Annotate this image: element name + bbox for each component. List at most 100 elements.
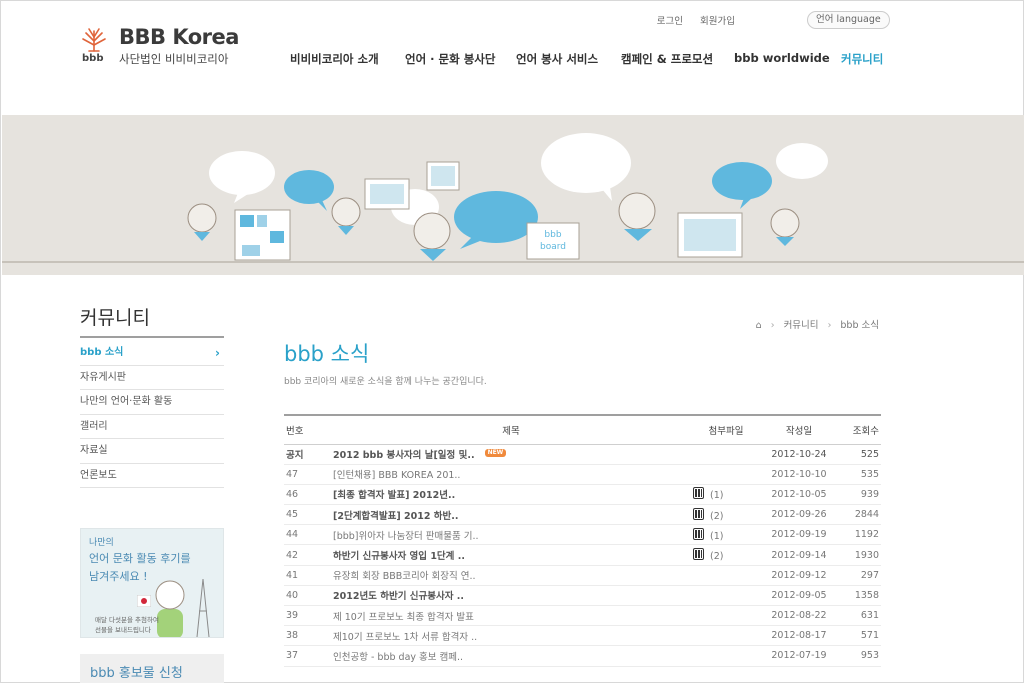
ad1-line2: 언어 문화 활동 후기를: [89, 552, 191, 565]
table-row[interactable]: 47 [인턴채용] BBB KOREA 201.. 2012-10-10 535: [284, 464, 881, 485]
breadcrumb-level2[interactable]: bbb 소식: [840, 320, 879, 331]
sidebar-item-press[interactable]: 언론보도: [80, 464, 224, 488]
site-logo[interactable]: bbb BBB Korea 사단법인 비비비코리아: [79, 25, 249, 69]
table-row[interactable]: 44 [bbb]위아자 나눔장터 판매물품 기.. (1) 2012-09-19…: [284, 524, 881, 546]
sidebar-item-archive[interactable]: 자료실: [80, 439, 224, 464]
activity-review-banner[interactable]: 나만의 언어 문화 활동 후기를 남겨주세요 ! 매달 다섯분을 추첨하여 선물…: [80, 528, 224, 638]
row-num: 37: [284, 645, 329, 667]
language-button[interactable]: 언어 language: [807, 11, 890, 29]
row-views: 1192: [839, 524, 881, 546]
table-row[interactable]: 41 유장희 회장 BBB코리아 회장직 연.. 2012-09-12 297: [284, 565, 881, 586]
row-title-link[interactable]: [최종 합격자 발표] 2012년..: [329, 484, 689, 506]
sidebar-item-label: 자료실: [80, 445, 108, 456]
community-banner: bbb board: [2, 115, 1024, 275]
attachment-icon: [693, 507, 704, 520]
row-attach: [689, 565, 759, 586]
row-date: 2012-08-17: [759, 625, 839, 647]
row-title-link[interactable]: 제 10기 프로보노 최종 합격자 발표: [329, 605, 689, 627]
nav-item-volunteers[interactable]: 언어 · 문화 봉사단: [405, 51, 495, 67]
table-row[interactable]: 42 하반기 신규봉사자 영입 1단계 .. (2) 2012-09-14 19…: [284, 544, 881, 566]
row-views: 571: [839, 625, 881, 647]
news-board-table: 번호 제목 첨부파일 작성일 조회수 공지 2012 bbb 봉사자의 날[일정…: [284, 414, 881, 667]
row-date: 2012-10-24: [759, 444, 839, 465]
sidebar-item-label: 언론보도: [80, 469, 117, 481]
sidebar-item-free-board[interactable]: 자유게시판: [80, 366, 224, 390]
sidebar-item-label: 갤러리: [80, 420, 108, 432]
sidebar-item-my-activity[interactable]: 나만의 언어·문화 활동: [80, 390, 224, 415]
row-attach: [689, 585, 759, 607]
row-date: 2012-10-05: [759, 484, 839, 506]
attachment-count: (2): [710, 551, 724, 563]
join-link[interactable]: 회원가입: [700, 16, 735, 27]
header-attach: 첨부파일: [708, 425, 744, 437]
row-attach[interactable]: (2): [689, 544, 759, 566]
row-date: 2012-10-10: [759, 464, 839, 485]
nav-item-worldwide[interactable]: bbb worldwide: [734, 51, 830, 65]
row-title-link[interactable]: 2012 bbb 봉사자의 날[일정 및.. NEW: [329, 444, 689, 465]
attachment-icon: [693, 548, 704, 561]
sidebar-item-label: 자유게시판: [80, 371, 126, 383]
breadcrumb-separator: ›: [770, 320, 775, 331]
table-row[interactable]: 40 2012년도 하반기 신규봉사자 .. 2012-09-05 1358: [284, 585, 881, 607]
sidebar-menu: bbb 소식 › 자유게시판 나만의 언어·문화 활동 갤러리 자료실 언론보도: [80, 341, 224, 488]
home-icon[interactable]: ⌂: [756, 320, 762, 331]
breadcrumb-level1[interactable]: 커뮤니티: [784, 320, 819, 331]
row-title-link[interactable]: 하반기 신규봉사자 영입 1단계 ..: [329, 544, 689, 566]
row-attach: [689, 444, 759, 465]
row-num: 38: [284, 625, 329, 647]
nav-item-community[interactable]: 커뮤니티: [841, 51, 883, 67]
page-title: bbb 소식: [284, 342, 370, 366]
nav-item-about[interactable]: 비비비코리아 소개: [290, 51, 379, 67]
row-title-link[interactable]: 인천공항 - bbb day 홍보 캠페..: [329, 645, 689, 667]
svg-text:bbb: bbb: [544, 230, 561, 240]
new-badge: NEW: [484, 449, 507, 458]
row-attach[interactable]: (1): [689, 484, 759, 506]
table-row[interactable]: 39 제 10기 프로보노 최종 합격자 발표 2012-08-22 631: [284, 605, 881, 627]
sidebar-item-bbb-news[interactable]: bbb 소식 ›: [80, 341, 224, 366]
row-num: 46: [284, 484, 329, 506]
login-link[interactable]: 로그인: [657, 16, 683, 27]
table-row[interactable]: 37 인천공항 - bbb day 홍보 캠페.. 2012-07-19 953: [284, 645, 881, 667]
row-title-link[interactable]: 유장희 회장 BBB코리아 회장직 연..: [329, 565, 689, 586]
promo-request-banner[interactable]: bbb 홍보물 신청: [80, 654, 224, 683]
row-views: 535: [839, 464, 881, 485]
row-title-link[interactable]: [인턴채용] BBB KOREA 201..: [329, 464, 689, 485]
table-row[interactable]: 45 [2단계합격발표] 2012 하반.. (2) 2012-09-26 28…: [284, 504, 881, 526]
row-views: 939: [839, 484, 881, 506]
row-attach: [689, 605, 759, 627]
table-row[interactable]: 공지 2012 bbb 봉사자의 날[일정 및.. NEW 2012-10-24 …: [284, 444, 881, 465]
row-views: 297: [839, 565, 881, 586]
banner-illustration: bbb board: [2, 133, 1024, 263]
row-num: 39: [284, 605, 329, 627]
row-title-link[interactable]: [bbb]위아자 나눔장터 판매물품 기..: [329, 524, 689, 546]
nav-item-language-service[interactable]: 언어 봉사 서비스: [516, 51, 598, 67]
row-title-link[interactable]: [2단계합격발표] 2012 하반..: [329, 504, 689, 526]
page-description: bbb 코리아의 새로운 소식을 함께 나누는 공간입니다.: [284, 377, 487, 387]
header-date: 작성일: [785, 425, 813, 437]
nav-item-campaign[interactable]: 캠페인 & 프로모션: [621, 51, 713, 67]
ad1-note2: 선물을 보내드립니다: [95, 626, 151, 634]
attachment-count: (1): [710, 530, 724, 542]
row-num: 44: [284, 524, 329, 546]
row-title-link[interactable]: 2012년도 하반기 신규봉사자 ..: [329, 585, 689, 607]
row-title: 2012 bbb 봉사자의 날[일정 및..: [333, 450, 475, 462]
row-num: 40: [284, 585, 329, 607]
attachment-count: (2): [710, 510, 724, 522]
ad1-line1: 나만의: [89, 538, 114, 548]
row-title-link[interactable]: 제10기 프로보노 1차 서류 합격자 ..: [329, 625, 689, 647]
table-row[interactable]: 46 [최종 합격자 발표] 2012년.. (1) 2012-10-05 93…: [284, 484, 881, 506]
row-attach[interactable]: (1): [689, 524, 759, 546]
ad2-line1: bbb 홍보물 신청: [90, 666, 183, 681]
row-attach: [689, 625, 759, 647]
svg-text:board: board: [540, 242, 566, 252]
sidebar-item-gallery[interactable]: 갤러리: [80, 415, 224, 439]
sidebar-item-label: bbb 소식: [80, 347, 124, 358]
table-row[interactable]: 38 제10기 프로보노 1차 서류 합격자 .. 2012-08-17 571: [284, 625, 881, 647]
row-num: 42: [284, 544, 329, 566]
logo-title: BBB Korea: [119, 25, 239, 49]
sidebar-divider: [80, 336, 224, 338]
row-views: 525: [839, 444, 881, 465]
row-views: 2844: [839, 504, 881, 526]
row-attach[interactable]: (2): [689, 504, 759, 526]
row-date: 2012-08-22: [759, 605, 839, 627]
